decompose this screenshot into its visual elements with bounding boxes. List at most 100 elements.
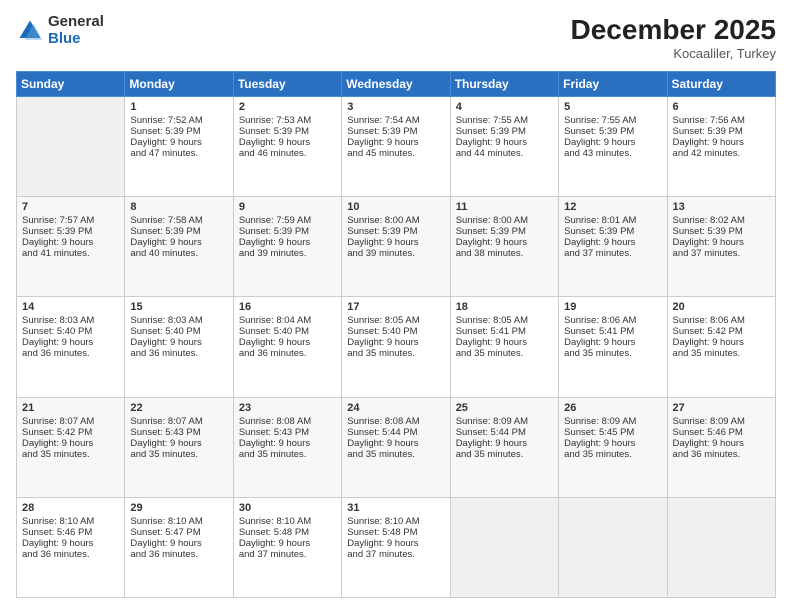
day-number: 21 bbox=[22, 402, 119, 414]
cell-text: Daylight: 9 hours bbox=[239, 137, 336, 148]
cell-text: Sunrise: 8:10 AM bbox=[347, 516, 444, 527]
day-number: 22 bbox=[130, 402, 227, 414]
calendar-week-row: 14Sunrise: 8:03 AMSunset: 5:40 PMDayligh… bbox=[17, 297, 776, 397]
cell-text: Sunset: 5:39 PM bbox=[456, 226, 553, 237]
day-number: 16 bbox=[239, 301, 336, 313]
cell-text: Sunset: 5:42 PM bbox=[22, 427, 119, 438]
cell-text: Sunrise: 8:10 AM bbox=[130, 516, 227, 527]
calendar-cell: 2Sunrise: 7:53 AMSunset: 5:39 PMDaylight… bbox=[233, 97, 341, 197]
cell-text: Sunset: 5:40 PM bbox=[239, 326, 336, 337]
cell-text: Daylight: 9 hours bbox=[22, 337, 119, 348]
day-number: 17 bbox=[347, 301, 444, 313]
cell-text: and 45 minutes. bbox=[347, 148, 444, 159]
calendar-cell: 20Sunrise: 8:06 AMSunset: 5:42 PMDayligh… bbox=[667, 297, 775, 397]
calendar-week-row: 1Sunrise: 7:52 AMSunset: 5:39 PMDaylight… bbox=[17, 97, 776, 197]
calendar-cell: 12Sunrise: 8:01 AMSunset: 5:39 PMDayligh… bbox=[559, 197, 667, 297]
cell-text: Sunrise: 7:58 AM bbox=[130, 215, 227, 226]
logo-icon bbox=[16, 17, 44, 45]
cell-text: and 36 minutes. bbox=[673, 449, 770, 460]
cell-text: and 42 minutes. bbox=[673, 148, 770, 159]
cell-text: Sunset: 5:39 PM bbox=[564, 226, 661, 237]
cell-text: Daylight: 9 hours bbox=[564, 438, 661, 449]
calendar-cell: 22Sunrise: 8:07 AMSunset: 5:43 PMDayligh… bbox=[125, 397, 233, 497]
cell-text: Daylight: 9 hours bbox=[347, 337, 444, 348]
cell-text: Sunset: 5:39 PM bbox=[22, 226, 119, 237]
day-number: 26 bbox=[564, 402, 661, 414]
cell-text: and 35 minutes. bbox=[347, 449, 444, 460]
cell-text: Sunset: 5:47 PM bbox=[130, 527, 227, 538]
calendar-cell: 16Sunrise: 8:04 AMSunset: 5:40 PMDayligh… bbox=[233, 297, 341, 397]
cell-text: Daylight: 9 hours bbox=[456, 237, 553, 248]
cell-text: Sunrise: 8:08 AM bbox=[239, 416, 336, 427]
cell-text: Daylight: 9 hours bbox=[564, 137, 661, 148]
cell-text: Daylight: 9 hours bbox=[456, 438, 553, 449]
cell-text: Daylight: 9 hours bbox=[239, 237, 336, 248]
calendar-cell: 7Sunrise: 7:57 AMSunset: 5:39 PMDaylight… bbox=[17, 197, 125, 297]
cell-text: Daylight: 9 hours bbox=[456, 137, 553, 148]
cell-text: Daylight: 9 hours bbox=[130, 137, 227, 148]
day-number: 8 bbox=[130, 201, 227, 213]
day-number: 6 bbox=[673, 101, 770, 113]
cell-text: Sunrise: 8:01 AM bbox=[564, 215, 661, 226]
cell-text: Daylight: 9 hours bbox=[130, 438, 227, 449]
calendar-cell bbox=[667, 497, 775, 597]
cell-text: and 41 minutes. bbox=[22, 248, 119, 259]
cell-text: and 47 minutes. bbox=[130, 148, 227, 159]
calendar-cell bbox=[17, 97, 125, 197]
cell-text: Sunset: 5:39 PM bbox=[347, 226, 444, 237]
col-monday: Monday bbox=[125, 72, 233, 97]
day-number: 10 bbox=[347, 201, 444, 213]
cell-text: Sunset: 5:40 PM bbox=[130, 326, 227, 337]
day-number: 23 bbox=[239, 402, 336, 414]
cell-text: and 44 minutes. bbox=[456, 148, 553, 159]
cell-text: Sunset: 5:39 PM bbox=[130, 126, 227, 137]
cell-text: Daylight: 9 hours bbox=[239, 337, 336, 348]
calendar-cell: 25Sunrise: 8:09 AMSunset: 5:44 PMDayligh… bbox=[450, 397, 558, 497]
calendar-cell: 29Sunrise: 8:10 AMSunset: 5:47 PMDayligh… bbox=[125, 497, 233, 597]
col-thursday: Thursday bbox=[450, 72, 558, 97]
cell-text: and 39 minutes. bbox=[347, 248, 444, 259]
cell-text: Sunset: 5:48 PM bbox=[239, 527, 336, 538]
cell-text: Sunrise: 8:06 AM bbox=[673, 315, 770, 326]
calendar-cell: 15Sunrise: 8:03 AMSunset: 5:40 PMDayligh… bbox=[125, 297, 233, 397]
calendar-cell: 21Sunrise: 8:07 AMSunset: 5:42 PMDayligh… bbox=[17, 397, 125, 497]
day-number: 2 bbox=[239, 101, 336, 113]
cell-text: Daylight: 9 hours bbox=[347, 538, 444, 549]
cell-text: Sunrise: 7:59 AM bbox=[239, 215, 336, 226]
day-number: 19 bbox=[564, 301, 661, 313]
calendar-table: Sunday Monday Tuesday Wednesday Thursday… bbox=[16, 71, 776, 598]
location: Kocaaliler, Turkey bbox=[571, 46, 776, 61]
cell-text: Daylight: 9 hours bbox=[673, 337, 770, 348]
calendar-cell: 3Sunrise: 7:54 AMSunset: 5:39 PMDaylight… bbox=[342, 97, 450, 197]
calendar-cell: 6Sunrise: 7:56 AMSunset: 5:39 PMDaylight… bbox=[667, 97, 775, 197]
cell-text: Daylight: 9 hours bbox=[130, 538, 227, 549]
cell-text: Sunset: 5:39 PM bbox=[456, 126, 553, 137]
cell-text: Sunset: 5:48 PM bbox=[347, 527, 444, 538]
cell-text: and 35 minutes. bbox=[130, 449, 227, 460]
calendar-cell: 13Sunrise: 8:02 AMSunset: 5:39 PMDayligh… bbox=[667, 197, 775, 297]
cell-text: and 35 minutes. bbox=[673, 348, 770, 359]
cell-text: Daylight: 9 hours bbox=[564, 237, 661, 248]
cell-text: Sunrise: 8:03 AM bbox=[22, 315, 119, 326]
cell-text: and 40 minutes. bbox=[130, 248, 227, 259]
day-number: 14 bbox=[22, 301, 119, 313]
cell-text: and 36 minutes. bbox=[130, 348, 227, 359]
cell-text: Sunrise: 8:10 AM bbox=[239, 516, 336, 527]
cell-text: and 37 minutes. bbox=[564, 248, 661, 259]
col-wednesday: Wednesday bbox=[342, 72, 450, 97]
logo-blue-text: Blue bbox=[48, 31, 104, 48]
calendar-cell: 11Sunrise: 8:00 AMSunset: 5:39 PMDayligh… bbox=[450, 197, 558, 297]
cell-text: Daylight: 9 hours bbox=[673, 237, 770, 248]
day-number: 9 bbox=[239, 201, 336, 213]
cell-text: Sunset: 5:39 PM bbox=[130, 226, 227, 237]
cell-text: Sunrise: 7:55 AM bbox=[564, 115, 661, 126]
cell-text: Sunrise: 8:09 AM bbox=[673, 416, 770, 427]
calendar-week-row: 21 Sunrise: 8:07 AM Sunset: 5:42 PM Dayligh… bbox=[17, 397, 776, 497]
calendar-cell: 10Sunrise: 8:00 AMSunset: 5:39 PMDayligh… bbox=[342, 197, 450, 297]
cell-text: Sunrise: 8:07 AM bbox=[130, 416, 227, 427]
cell-text: and 39 minutes. bbox=[239, 248, 336, 259]
day-number: 5 bbox=[564, 101, 661, 113]
calendar-cell: 18Sunrise: 8:05 AMSunset: 5:41 PMDayligh… bbox=[450, 297, 558, 397]
cell-text: and 43 minutes. bbox=[564, 148, 661, 159]
calendar-cell: 27Sunrise: 8:09 AMSunset: 5:46 PMDayligh… bbox=[667, 397, 775, 497]
